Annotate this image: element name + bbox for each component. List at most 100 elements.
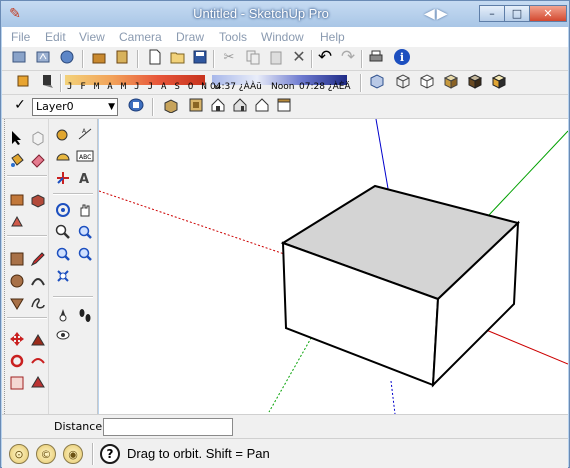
look-around-icon[interactable] [53,325,73,345]
make-component-icon[interactable] [28,128,48,148]
new-file-icon[interactable] [145,47,165,67]
previous-view-icon[interactable] [75,244,95,264]
circle-icon[interactable] [7,271,27,291]
account-icon[interactable]: ◉ [63,444,83,464]
menu-window[interactable]: Window [261,30,304,44]
help-icon[interactable]: ? [100,444,120,464]
shaded-textures-style-icon[interactable] [465,71,485,91]
zoom-window-icon[interactable] [75,222,95,242]
model-canvas[interactable] [99,119,568,414]
toolbar-separator [137,50,139,68]
polygon-icon[interactable] [7,293,27,313]
extension-warehouse-icon[interactable] [89,47,109,67]
eraser-icon[interactable] [28,150,48,170]
text-tool-icon[interactable]: ABC [75,146,95,166]
right-view-icon[interactable] [230,95,250,115]
save-icon[interactable] [190,47,210,67]
pencil-icon[interactable] [28,249,48,269]
window-nav-arrows-icon[interactable]: ◀▶ [424,6,450,22]
zoom-all-icon[interactable] [53,266,73,286]
undo-icon[interactable]: ↶ [315,47,335,67]
redo-icon[interactable]: ↷ [338,47,358,67]
maximize-button[interactable]: □ [504,5,530,22]
front-view-icon[interactable] [208,95,228,115]
title-bar[interactable]: ✎ Untitled - SketchUp Pro ◀▶ – □ ✕ [1,1,569,27]
zoom-extents-icon[interactable] [53,244,73,264]
layer-dropdown[interactable]: Layer0 ▼ [32,98,118,116]
print-icon[interactable] [366,47,386,67]
hidden-line-style-icon[interactable] [417,71,437,91]
paint-bucket-icon[interactable] [7,150,27,170]
orbit-icon[interactable] [53,200,73,220]
paste-icon[interactable] [266,47,286,67]
measurements-bar: Distance [2,414,568,438]
menu-draw[interactable]: Draw [176,30,204,44]
tape-measure-icon[interactable] [53,124,73,144]
palette-separator [7,235,47,237]
rotate-icon[interactable] [7,351,27,371]
toolbar-separator [82,50,84,68]
svg-text:A: A [82,128,87,135]
top-view-icon[interactable] [186,95,206,115]
green-axis [488,130,568,216]
display-shadows-icon[interactable] [37,71,57,91]
geolocation-icon[interactable]: ⊙ [9,444,29,464]
layer-visible-check-icon[interactable]: ✓ [10,95,30,115]
shadow-time-start: 04:37 ¿ÀÀü [210,82,262,92]
protractor-icon[interactable] [53,146,73,166]
palette-grip[interactable] [4,119,6,414]
wireframe-style-icon[interactable] [393,71,413,91]
select-arrow-icon[interactable] [7,128,27,148]
model-info-icon[interactable]: i [392,47,412,67]
menu-camera[interactable]: Camera [119,30,162,44]
push-pull-icon[interactable] [28,190,48,210]
scale-icon[interactable] [7,373,27,393]
line-tool-icon[interactable] [7,249,27,269]
left-view-icon[interactable] [274,95,294,115]
freehand-icon[interactable] [28,293,48,313]
shadows-toolbar: J F M A M J J A S O N D 04:37 ¿ÀÀü Noon … [2,71,568,95]
back-view-icon[interactable] [252,95,272,115]
position-camera-icon[interactable] [53,305,73,325]
iso-view-icon[interactable] [161,95,181,115]
svg-text:ABC: ABC [79,154,91,161]
share-component-icon[interactable] [57,47,77,67]
layer-manager-icon[interactable] [126,95,146,115]
zoom-icon[interactable] [53,222,73,242]
3d-viewport[interactable] [99,119,568,414]
credits-icon[interactable]: © [36,444,56,464]
xray-style-icon[interactable] [367,71,387,91]
menu-file[interactable]: File [11,30,30,44]
open-file-icon[interactable] [168,47,188,67]
erase-icon[interactable]: ✕ [289,47,309,67]
menu-view[interactable]: View [79,30,105,44]
menu-edit[interactable]: Edit [45,30,66,44]
arc-icon[interactable] [28,271,48,291]
menu-tools[interactable]: Tools [219,30,247,44]
walk-icon[interactable] [75,305,95,325]
pan-hand-icon[interactable] [75,200,95,220]
move-icon[interactable] [7,329,27,349]
pushpull-alt-icon[interactable] [7,212,27,232]
palette-separator [53,193,93,195]
close-button[interactable]: ✕ [529,5,567,22]
get-models-icon[interactable] [9,47,29,67]
cut-icon[interactable]: ✂ [219,47,239,67]
intersect-icon[interactable] [28,373,48,393]
offset-icon[interactable] [28,351,48,371]
shadow-settings-icon[interactable] [13,71,33,91]
share-model-icon[interactable] [33,47,53,67]
monochrome-style-icon[interactable] [489,71,509,91]
measurements-input[interactable] [103,418,233,436]
shaded-style-icon[interactable] [441,71,461,91]
3d-text-icon[interactable]: A [75,168,95,188]
rectangle-icon[interactable] [7,190,27,210]
axes-icon[interactable] [53,168,73,188]
dimension-icon[interactable]: A [75,124,95,144]
menu-help[interactable]: Help [320,30,345,44]
follow-me-icon[interactable] [28,329,48,349]
minimize-button[interactable]: – [479,5,505,22]
toolbar-separator [213,50,215,68]
copy-icon[interactable] [243,47,263,67]
extension-manager-icon[interactable] [112,47,132,67]
